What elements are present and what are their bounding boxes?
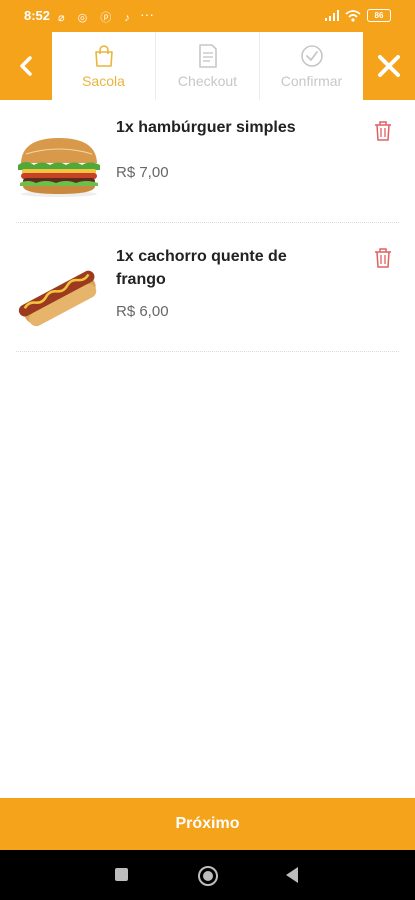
item-price: R$ 6,00 [116, 303, 169, 320]
close-icon [378, 55, 400, 77]
hamburger-image [18, 138, 100, 197]
item-price: R$ 7,00 [116, 164, 169, 181]
step-sacola[interactable]: Sacola [52, 32, 156, 100]
more-notifications-icon: ··· [140, 6, 154, 22]
notification-icons: ⌀ ◎ ⓟ ♪ [58, 12, 135, 24]
next-button-label: Próximo [175, 815, 240, 832]
document-icon [198, 43, 217, 68]
wifi-icon [345, 9, 361, 22]
step-confirmar[interactable]: Confirmar [260, 32, 363, 100]
back-nav-button[interactable] [286, 867, 298, 883]
step-label: Checkout [177, 72, 238, 89]
home-button[interactable] [198, 866, 218, 886]
hotdog-image [18, 270, 97, 327]
close-button[interactable] [363, 32, 415, 100]
system-navigation-bar [0, 850, 415, 900]
status-bar: 8:52 ⌀ ◎ ⓟ ♪ ··· 86 [0, 0, 415, 32]
step-label: Sacola [82, 72, 125, 89]
next-button[interactable]: Próximo [0, 798, 415, 850]
back-button[interactable] [0, 32, 52, 100]
battery-icon: 86 [367, 9, 391, 22]
system-icons: 86 [325, 9, 391, 22]
recents-button[interactable] [115, 868, 128, 881]
bag-icon [94, 44, 113, 67]
cart-item[interactable]: 1x cachorro quente de frango R$ 6,00 [16, 223, 399, 352]
checkout-stepper-header: Sacola Checkout Confirmar [0, 32, 415, 100]
check-circle-icon [300, 44, 323, 67]
signal-icon [325, 10, 339, 21]
cart-list: 1x hambúrguer simples R$ 7,00 1x cachorr… [0, 100, 415, 352]
step-label: Confirmar [280, 72, 343, 89]
chevron-left-icon [20, 56, 32, 76]
steps: Sacola Checkout Confirmar [52, 32, 363, 100]
cart-item[interactable]: 1x hambúrguer simples R$ 7,00 [16, 100, 399, 223]
trash-icon[interactable] [373, 120, 393, 142]
item-name: 1x cachorro quente de frango [116, 248, 287, 288]
trash-icon[interactable] [373, 247, 393, 269]
step-checkout[interactable]: Checkout [156, 32, 260, 100]
status-time: 8:52 [24, 8, 51, 23]
item-name: 1x hambúrguer simples [116, 119, 296, 136]
